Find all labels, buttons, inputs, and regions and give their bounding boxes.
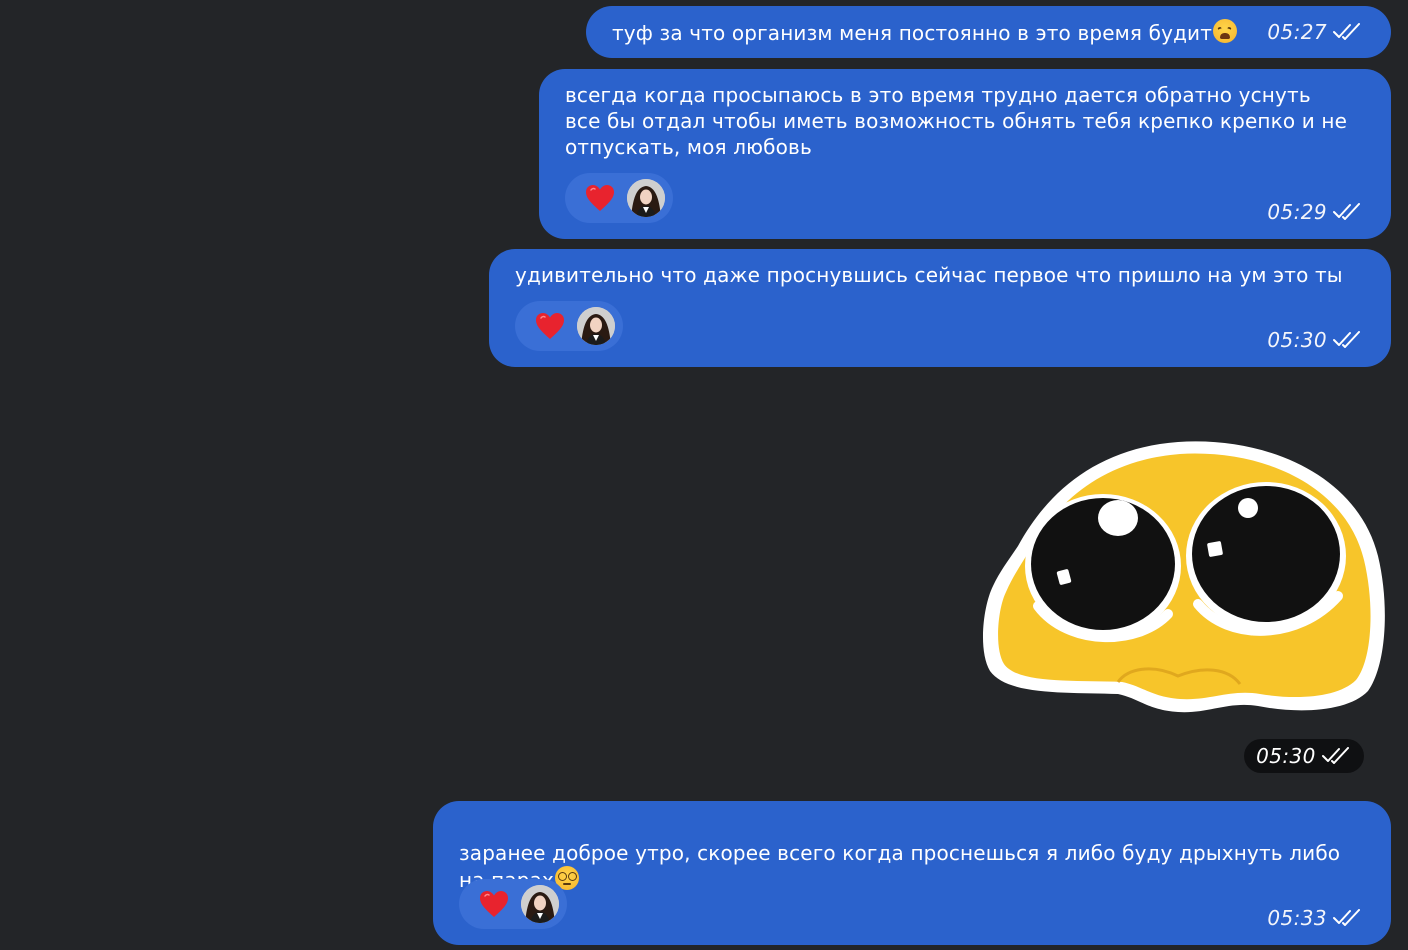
avatar[interactable] xyxy=(627,179,665,217)
double-check-icon xyxy=(1321,747,1352,765)
double-check-icon xyxy=(1333,23,1363,41)
message-text: заранее доброе утро, скорее всего когда … xyxy=(459,841,1341,892)
message-text: удивительно что даже проснувшись сейчас … xyxy=(515,263,1343,287)
avatar[interactable] xyxy=(521,885,559,923)
message-text-wrap: туф за что организм меня постоянно в это… xyxy=(612,19,1238,46)
message-time: 05:27 xyxy=(1267,20,1363,44)
chat-history: туф за что организм меня постоянно в это… xyxy=(0,0,1408,950)
message-bubble[interactable]: всегда когда просыпаюсь в это время труд… xyxy=(539,69,1391,239)
red-heart-icon xyxy=(480,891,508,917)
message-time-text: 05:30 xyxy=(1267,328,1327,352)
message-text: всегда когда просыпаюсь в это время труд… xyxy=(565,83,1348,159)
message-time-text: 05:27 xyxy=(1267,20,1327,44)
sticker-time-text: 05:30 xyxy=(1256,744,1316,768)
reaction-pill[interactable] xyxy=(515,301,623,351)
message-bubble[interactable]: удивительно что даже проснувшись сейчас … xyxy=(489,249,1391,367)
message-text: туф за что организм меня постоянно в это… xyxy=(612,21,1213,45)
avatar[interactable] xyxy=(577,307,615,345)
message-text-wrap: заранее доброе утро, скорее всего когда … xyxy=(459,814,1340,893)
reaction-pill[interactable] xyxy=(459,879,567,929)
double-check-icon xyxy=(1333,909,1363,927)
message-bubble[interactable]: заранее доброе утро, скорее всего когда … xyxy=(433,801,1391,945)
weary-face-icon xyxy=(1213,19,1238,43)
reaction-pill[interactable] xyxy=(565,173,673,223)
message-time: 05:33 xyxy=(1267,906,1363,930)
message-bubble[interactable]: туф за что организм меня постоянно в это… xyxy=(586,6,1391,58)
red-heart-icon xyxy=(536,313,564,339)
message-time: 05:30 xyxy=(1267,328,1363,352)
double-check-icon xyxy=(1333,331,1363,349)
message-time-text: 05:33 xyxy=(1267,906,1327,930)
red-heart-icon xyxy=(586,185,614,211)
message-time: 05:29 xyxy=(1267,200,1363,224)
message-time-text: 05:29 xyxy=(1267,200,1327,224)
sticker-time-pill: 05:30 xyxy=(1244,739,1364,773)
double-check-icon xyxy=(1333,203,1363,221)
pleading-blob-sticker-icon[interactable] xyxy=(978,436,1390,718)
